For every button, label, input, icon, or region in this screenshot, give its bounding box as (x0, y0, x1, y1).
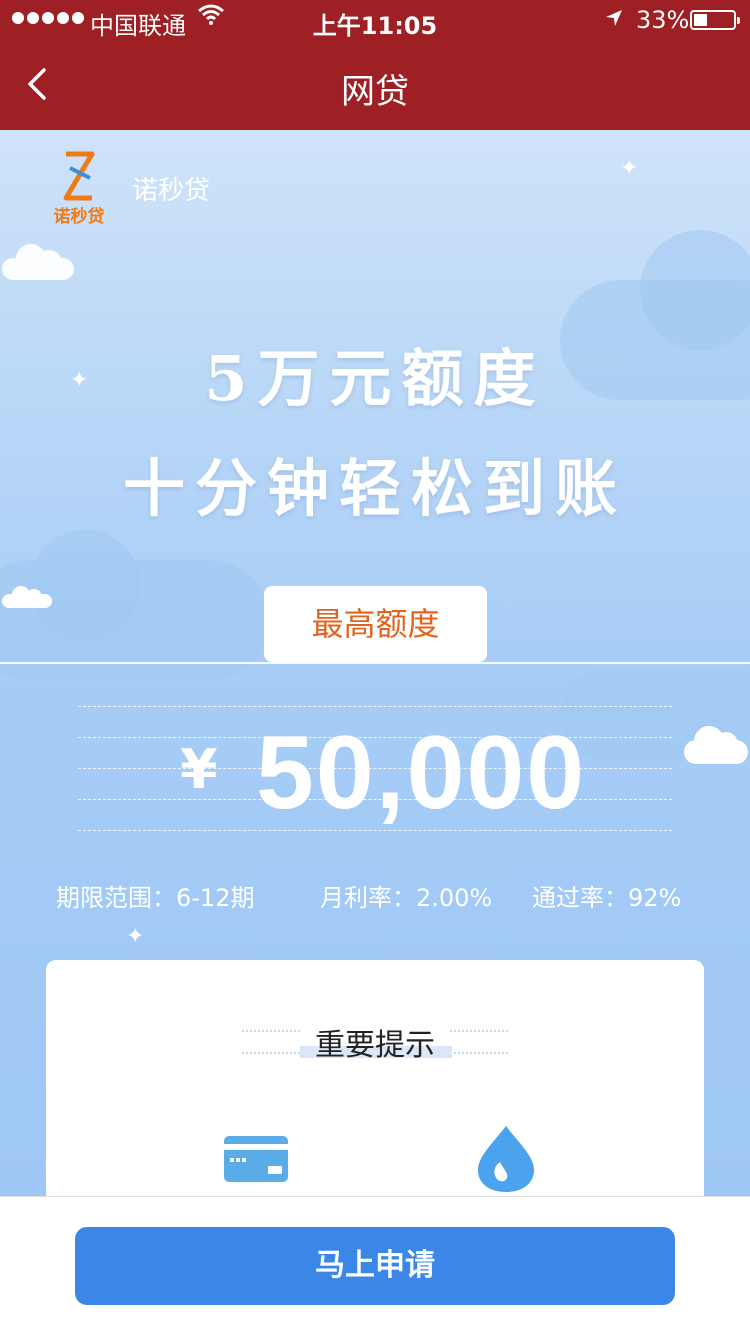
bottom-action-bar: 马上申请 (0, 1196, 750, 1334)
notice-title: 重要提示 (315, 1028, 435, 1063)
battery-level (694, 14, 707, 26)
hero-banner: ✦ ✦ ✦ 诺秒贷 诺秒贷 5万元额度 十分钟轻松到账 最高额度 ¥ 50,00… (0, 130, 750, 1196)
cloud-decoration (2, 586, 52, 608)
max-limit-label: 最高额度 (264, 586, 487, 662)
cloud-decoration (2, 244, 74, 280)
battery-percent: 33% (636, 6, 690, 34)
brand-logo: 诺秒贷 (46, 150, 112, 227)
apply-now-button[interactable]: 马上申请 (75, 1227, 675, 1305)
currency-symbol: ¥ (180, 738, 218, 801)
notice-card: 重要提示 (46, 960, 704, 1196)
sparkle-icon: ✦ (126, 924, 145, 949)
pass-rate: 通过率：92% (532, 884, 682, 912)
cloud-decoration (684, 726, 748, 764)
battery-icon (690, 10, 740, 30)
water-drop-icon (478, 1126, 534, 1192)
cloud-decoration (30, 530, 140, 640)
term-range: 期限范围：6-12期 (56, 884, 255, 912)
top-bar: 中国联通 上午11:05 33% 网贷 (0, 0, 750, 130)
monthly-rate: 月利率：2.00% (320, 884, 493, 912)
slogan-line-2: 十分钟轻松到账 (122, 452, 627, 525)
brand-name: 诺秒贷 (132, 176, 211, 206)
status-bar: 中国联通 上午11:05 33% (0, 0, 750, 40)
location-arrow-icon (606, 10, 622, 26)
dashed-line (78, 706, 672, 707)
brand-logo-text: 诺秒贷 (53, 207, 105, 227)
divider (0, 662, 750, 664)
hourglass-logo-icon (63, 151, 95, 201)
page-title: 网贷 (341, 72, 409, 112)
sparkle-icon: ✦ (620, 156, 639, 181)
bank-card-icon (224, 1136, 288, 1182)
slogan-line-1: 5万元额度 (204, 342, 546, 415)
loan-amount: 50,000 (256, 715, 587, 831)
